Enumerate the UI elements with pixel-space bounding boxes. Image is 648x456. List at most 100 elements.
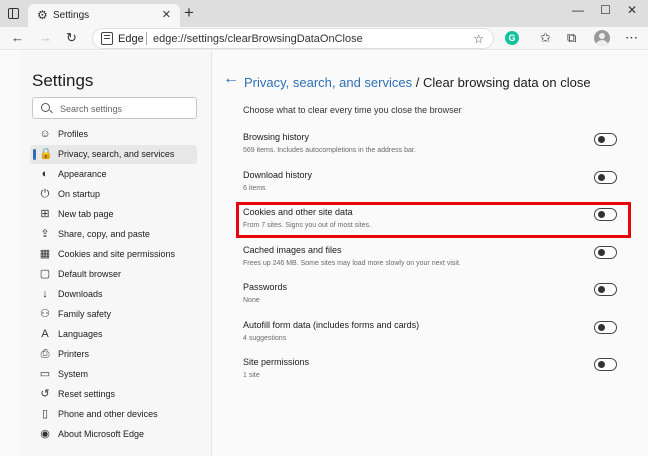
sidebar-item-icon: ↺ <box>40 388 50 400</box>
sidebar-item[interactable]: ◉ About Microsoft Edge <box>30 425 197 444</box>
sidebar-item-label: Family safety <box>58 309 112 319</box>
highlight-box <box>236 202 631 238</box>
setting-toggle[interactable] <box>594 358 617 371</box>
setting-toggle[interactable] <box>594 170 617 184</box>
setting-title: Site permissions <box>243 357 310 367</box>
breadcrumb-separator: / <box>412 75 423 90</box>
sidebar-item-icon: ◐ <box>41 168 49 180</box>
refresh-button[interactable]: ↻ <box>66 31 77 45</box>
collections-icon[interactable]: ⧉ <box>567 31 576 45</box>
profile-avatar[interactable] <box>594 30 610 46</box>
setting-title: Cached images and files <box>243 244 342 255</box>
close-window-button[interactable]: ✕ <box>627 3 637 17</box>
setting-row: Site permissions 1 site <box>243 357 618 389</box>
setting-title: Passwords <box>243 282 288 292</box>
edge-page-icon <box>101 32 113 45</box>
setting-description: None <box>243 297 260 304</box>
sidebar-item[interactable]: ▢ Default browser <box>30 265 197 284</box>
settings-sidebar: Settings ☺ Profiles 🔒 Privacy, search, and … <box>20 51 212 456</box>
sidebar-item-icon: ⊞ <box>40 208 50 220</box>
sidebar-item-label: On startup <box>58 189 101 199</box>
sidebar-item-label: Languages <box>58 329 103 339</box>
menu-icon[interactable]: ⋯ <box>625 31 638 45</box>
setting-description: Frees up 246 MB. Some sites may load mor… <box>243 259 461 267</box>
sidebar-item-label: Cookies and site permissions <box>58 249 176 259</box>
sidebar-item[interactable]: ☺ Profiles <box>30 125 197 144</box>
sidebar-item-icon: ◉ <box>40 428 50 440</box>
sidebar-item-label: Printers <box>58 349 90 359</box>
sidebar-item[interactable]: A Languages <box>30 325 197 344</box>
sidebar-item-icon: ⚇ <box>40 308 50 320</box>
tab-title: Settings <box>53 10 90 21</box>
tab-actions-icon[interactable] <box>8 8 19 19</box>
setting-description: 569 items. Includes autocompletions in t… <box>243 147 416 154</box>
address-separator <box>146 32 147 45</box>
setting-description: 4 suggestions <box>243 334 287 342</box>
setting-description: 1 site <box>243 372 260 379</box>
sidebar-item[interactable]: ⊞ New tab page <box>30 205 197 224</box>
search-box[interactable] <box>32 97 197 119</box>
sidebar-item-icon: A <box>41 328 49 340</box>
site-label: Edge <box>118 33 144 45</box>
sidebar-item-icon: ↓ <box>42 288 48 300</box>
setting-row: Browsing history 569 items. Includes auto… <box>243 132 618 164</box>
sidebar-item[interactable]: ⎙ Printers <box>30 345 197 364</box>
sidebar-item-label: Appearance <box>58 169 107 179</box>
sidebar-item-label: Phone and other devices <box>58 409 158 419</box>
close-tab-icon[interactable]: ✕ <box>162 8 171 21</box>
intro-text: Choose what to clear every time you clos… <box>243 105 462 115</box>
sidebar-title: Settings <box>32 71 94 90</box>
sidebar-item[interactable]: ⇪ Share, copy, and paste <box>30 225 197 244</box>
sidebar-item-icon: ▯ <box>41 408 49 420</box>
back-arrow-icon[interactable]: ← <box>223 71 239 87</box>
browser-toolbar: ← → ↻ Edge edge://settings/clearBrowsing… <box>0 27 648 50</box>
sidebar-item-label: Default browser <box>58 269 122 279</box>
setting-title: Autofill form data (includes forms and c… <box>243 319 420 330</box>
tab-settings[interactable]: ⚙ Settings ✕ <box>28 4 180 27</box>
main-content: ← Privacy, search, and services / Clear … <box>213 51 648 456</box>
sidebar-item-label: Privacy, search, and services <box>58 149 175 159</box>
sidebar-item[interactable]: ▦ Cookies and site permissions <box>30 245 197 264</box>
setting-title: Download history <box>243 169 313 180</box>
sidebar-item-icon: ▦ <box>39 248 51 260</box>
sidebar-item-label: Share, copy, and paste <box>58 229 150 239</box>
forward-button[interactable]: → <box>39 31 52 45</box>
sidebar-item[interactable]: ◐ Appearance <box>30 165 197 184</box>
sidebar-item[interactable]: ▯ Phone and other devices <box>30 405 197 424</box>
favorites-icon[interactable]: ✩ <box>540 31 551 45</box>
search-icon <box>41 103 50 112</box>
sidebar-item-icon: ⎙ <box>40 348 50 360</box>
page-title: Clear browsing data on close <box>422 75 591 90</box>
sidebar-item-icon: ⏻ <box>40 188 50 200</box>
sidebar-item-icon: 🔒 <box>39 148 53 160</box>
setting-row: Autofill form data (includes forms and c… <box>243 320 618 352</box>
gear-icon: ⚙ <box>37 8 48 22</box>
maximize-button[interactable]: ☐ <box>600 3 611 17</box>
add-favorite-icon[interactable]: ☆ <box>473 32 484 46</box>
tab-strip: ⚙ Settings ✕ + — ☐ ✕ <box>0 0 648 27</box>
sidebar-item-label: About Microsoft Edge <box>58 429 145 439</box>
search-input[interactable] <box>60 101 192 116</box>
sidebar-item[interactable]: ⏻ On startup <box>30 185 197 204</box>
address-bar[interactable]: Edge edge://settings/clearBrowsingDataOn… <box>92 28 494 49</box>
sidebar-item[interactable]: 🔒 Privacy, search, and services <box>30 145 197 164</box>
setting-row: Passwords None <box>243 282 618 314</box>
sidebar-item-icon: ☺ <box>39 128 51 140</box>
grammarly-extension-icon[interactable]: G <box>505 31 519 45</box>
sidebar-item-icon: ▢ <box>39 268 51 280</box>
url-text[interactable]: edge://settings/clearBrowsingDataOnClose <box>153 33 363 45</box>
sidebar-item[interactable]: ↺ Reset settings <box>30 385 197 404</box>
sidebar-item[interactable]: ↓ Downloads <box>30 285 197 304</box>
setting-toggle[interactable] <box>594 245 617 259</box>
setting-toggle[interactable] <box>594 133 617 146</box>
new-tab-button[interactable]: + <box>184 4 194 21</box>
setting-row: Cached images and files Frees up 246 MB. … <box>243 245 618 277</box>
setting-toggle[interactable] <box>594 283 617 296</box>
setting-toggle[interactable] <box>594 320 617 334</box>
breadcrumb-parent-link[interactable]: Privacy, search, and services <box>244 75 412 90</box>
sidebar-item[interactable]: ▭ System <box>30 365 197 384</box>
sidebar-item[interactable]: ⚇ Family safety <box>30 305 197 324</box>
minimize-button[interactable]: — <box>572 3 584 17</box>
sidebar-item-icon: ▭ <box>39 368 51 380</box>
back-button[interactable]: ← <box>11 31 24 45</box>
